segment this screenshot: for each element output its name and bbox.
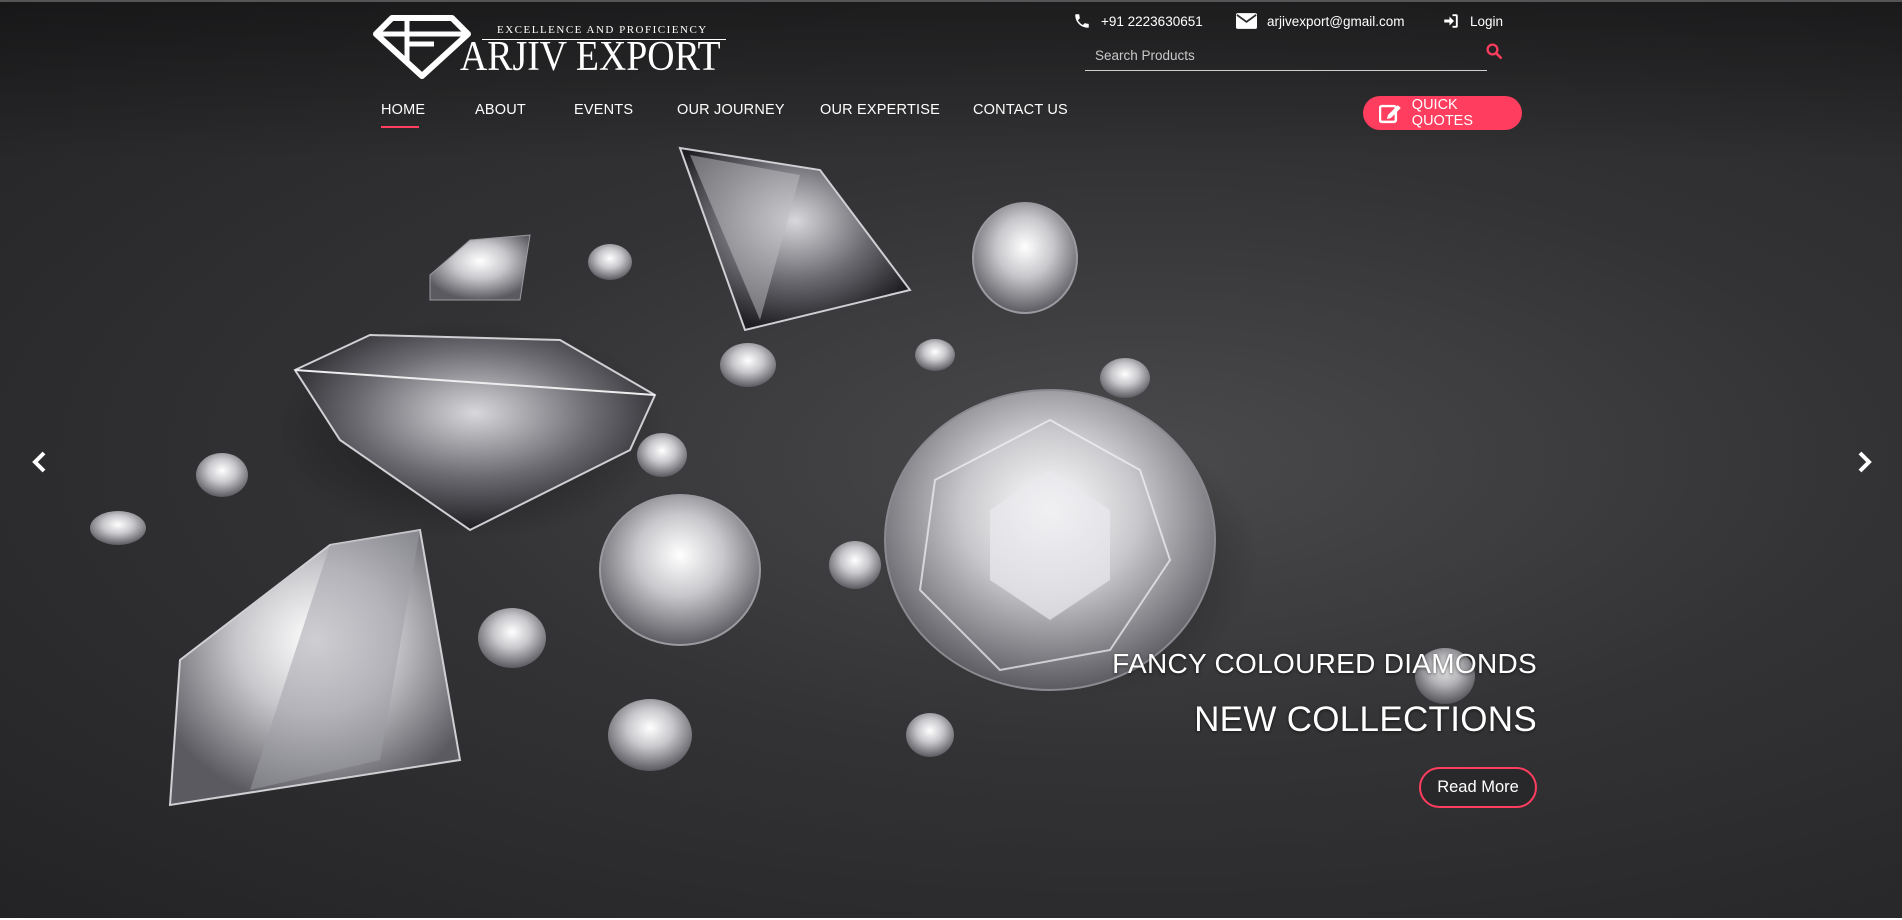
login-link[interactable]: Login [1442, 10, 1503, 32]
brand-logo[interactable]: EXCELLENCE AND PROFICIENCY ARJIV EXPORT [372, 14, 726, 80]
phone-contact[interactable]: +91 2223630651 [1073, 10, 1203, 32]
top-border [0, 0, 1902, 2]
phone-number: +91 2223630651 [1101, 13, 1203, 29]
read-more-button[interactable]: Read More [1419, 767, 1537, 808]
search-bar [1085, 40, 1503, 71]
nav-item-contact-us[interactable]: CONTACT US [973, 102, 1068, 118]
nav-item-our-journey[interactable]: OUR JOURNEY [677, 102, 785, 118]
hero-slider [0, 0, 1902, 918]
email-contact[interactable]: arjivexport@gmail.com [1236, 10, 1405, 32]
nav-item-home[interactable]: HOME [381, 102, 425, 118]
brand-name: ARJIV EXPORT [460, 34, 721, 80]
search-icon[interactable] [1485, 42, 1503, 60]
envelope-icon [1236, 13, 1257, 29]
nav-item-about[interactable]: ABOUT [475, 102, 526, 118]
nav-active-indicator [381, 126, 419, 128]
email-address: arjivexport@gmail.com [1267, 13, 1405, 29]
diamond-logo-icon [373, 15, 471, 79]
sign-in-icon [1444, 14, 1458, 28]
nav-item-our-expertise[interactable]: OUR EXPERTISE [820, 102, 940, 118]
search-input[interactable] [1093, 40, 1447, 70]
login-label: Login [1470, 13, 1504, 29]
chevron-left-icon[interactable] [28, 450, 52, 474]
nav-item-events[interactable]: EVENTS [574, 102, 633, 118]
slide-caption-title: NEW COLLECTIONS [1194, 700, 1537, 739]
slide-caption-subtitle: FANCY COLOURED DIAMONDS [1112, 648, 1537, 679]
quick-quotes-button[interactable]: QUICK QUOTES [1363, 96, 1522, 130]
diamonds-background-image [90, 146, 1475, 807]
chevron-right-icon[interactable] [1852, 450, 1876, 474]
edit-icon [1379, 104, 1401, 124]
quick-quotes-label: QUICK QUOTES [1411, 97, 1474, 129]
phone-icon [1075, 14, 1089, 28]
